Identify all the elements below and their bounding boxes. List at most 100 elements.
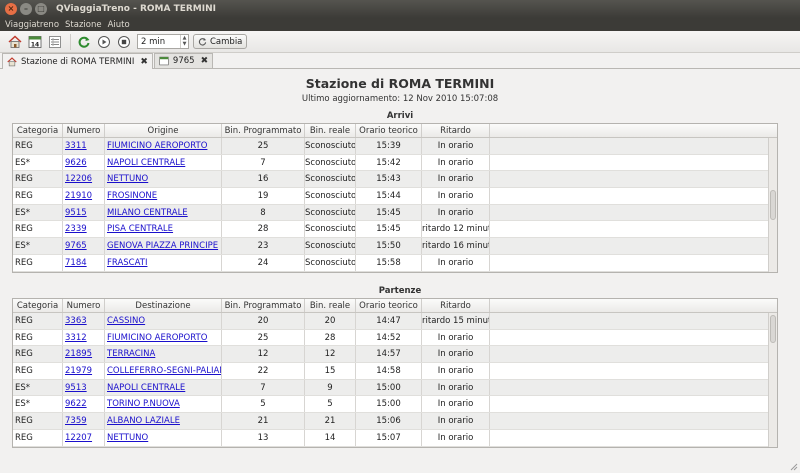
station-link[interactable]: GENOVA PIAZZA PRINCIPE (107, 241, 218, 251)
station-link[interactable]: COLLEFERRO-SEGNI-PALIANO (107, 366, 221, 376)
refresh-icon[interactable] (75, 33, 92, 50)
train-number-link[interactable]: 9765 (65, 241, 87, 251)
station-link[interactable]: FIUMICINO AEROPORTO (107, 333, 207, 343)
tab-train-9765[interactable]: 9765 ✖ (153, 53, 214, 68)
arrivals-col-delay[interactable]: Ritardo (422, 124, 490, 137)
arrivals-col-number[interactable]: Numero (63, 124, 105, 137)
departures-row[interactable]: REG 7359 ALBANO LAZIALE 21 21 15:06 In orario (13, 413, 777, 430)
arrivals-cell-category: REG (13, 171, 63, 188)
departures-row[interactable]: REG 21979 COLLEFERRO-SEGNI-PALIANO 22 15 14:5… (13, 363, 777, 380)
train-number-link[interactable]: 2339 (65, 224, 87, 234)
list-view-icon[interactable] (46, 33, 63, 50)
calendar-icon[interactable]: 14 (26, 33, 43, 50)
departures-cell-category: REG (13, 363, 63, 379)
station-link[interactable]: NAPOLI CENTRALE (107, 383, 185, 393)
arrivals-row[interactable]: ES* 9765 GENOVA PIAZZA PRINCIPE 23 Sconosciu… (13, 238, 777, 255)
minimize-window-button[interactable]: – (20, 3, 32, 15)
station-link[interactable]: FROSINONE (107, 191, 157, 201)
train-number-link[interactable]: 12207 (65, 433, 92, 443)
arrivals-col-filler (490, 124, 777, 137)
spin-arrows[interactable]: ▲ ▼ (180, 35, 188, 48)
station-link[interactable]: MILANO CENTRALE (107, 208, 188, 218)
cambia-button[interactable]: Cambia (193, 34, 248, 49)
train-number-link[interactable]: 7359 (65, 416, 87, 426)
departures-table[interactable]: Categoria Numero Destinazione Bin. Programm… (12, 298, 778, 448)
arrivals-row[interactable]: REG 7184 FRASCATI 24 Sconosciuto 15:58 In orar… (13, 254, 777, 272)
train-number-link[interactable]: 7184 (65, 258, 87, 268)
station-link[interactable]: FIUMICINO AEROPORTO (107, 141, 207, 151)
train-number-link[interactable]: 9622 (65, 399, 87, 409)
train-number-link[interactable]: 9626 (65, 158, 87, 168)
station-link[interactable]: FRASCATI (107, 258, 147, 268)
departures-col-scheduled-time[interactable]: Orario teorico (356, 299, 422, 312)
departures-row[interactable]: REG 21895 TERRACINA 12 12 14:57 In orario (13, 346, 777, 364)
resize-grip-icon[interactable] (790, 463, 798, 471)
train-number-link[interactable]: 9515 (65, 208, 87, 218)
station-link[interactable]: NETTUNO (107, 174, 148, 184)
arrivals-col-actual-platform[interactable]: Bin. reale (305, 124, 356, 137)
close-tab-icon[interactable]: ✖ (140, 57, 148, 67)
departures-cell-category: REG (13, 346, 63, 363)
departures-row[interactable]: REG 3363 CASSINO 20 20 14:47 ritardo 15 minuti (13, 313, 777, 330)
close-tab-icon[interactable]: ✖ (201, 56, 209, 66)
train-number-link[interactable]: 3363 (65, 316, 87, 326)
arrivals-col-scheduled-time[interactable]: Orario teorico (356, 124, 422, 137)
train-number-link[interactable]: 21979 (65, 366, 92, 376)
departures-col-number[interactable]: Numero (63, 299, 105, 312)
stop-icon[interactable] (115, 33, 132, 50)
train-number-link[interactable]: 9513 (65, 383, 87, 393)
arrivals-cell-actual-platform: Sconosciuto (305, 254, 356, 271)
arrivals-row[interactable]: REG 21910 FROSINONE 19 Sconosciuto 15:44 In or… (13, 188, 777, 205)
departures-cell-planned-platform: 22 (222, 363, 305, 379)
station-link[interactable]: NAPOLI CENTRALE (107, 158, 185, 168)
departures-cell-number: 3312 (63, 329, 105, 346)
train-number-link[interactable]: 3311 (65, 141, 87, 151)
menu-stazione[interactable]: Stazione (65, 20, 102, 30)
departures-cell-filler (490, 413, 777, 429)
arrivals-cell-delay: ritardo 12 minuti (422, 221, 490, 238)
arrivals-col-category[interactable]: Categoria (13, 124, 63, 137)
departures-row[interactable]: ES* 9513 NAPOLI CENTRALE 7 9 15:00 In orario (13, 379, 777, 397)
arrivals-cell-scheduled-time: 15:42 (356, 154, 422, 171)
train-number-link[interactable]: 21895 (65, 349, 92, 359)
train-number-link[interactable]: 12206 (65, 174, 92, 184)
arrivals-row[interactable]: REG 2339 PISA CENTRALE 28 Sconosciuto 15:45 ri… (13, 221, 777, 239)
departures-col-actual-platform[interactable]: Bin. reale (305, 299, 356, 312)
departures-row[interactable]: ES* 9622 TORINO P.NUOVA 5 5 15:00 In orario (13, 396, 777, 414)
station-link[interactable]: CASSINO (107, 316, 145, 326)
station-link[interactable]: TERRACINA (107, 349, 155, 359)
departures-cell-scheduled-time: 14:57 (356, 346, 422, 363)
menu-viaggiatreno[interactable]: Viaggiatreno (5, 20, 59, 30)
departures-col-planned-platform[interactable]: Bin. Programmato (222, 299, 305, 312)
train-number-link[interactable]: 21910 (65, 191, 92, 201)
close-window-button[interactable]: × (5, 3, 17, 15)
play-icon[interactable] (95, 33, 112, 50)
tab-stazione[interactable]: Stazione di ROMA TERMINI ✖ (2, 53, 153, 69)
departures-col-category[interactable]: Categoria (13, 299, 63, 312)
station-link[interactable]: TORINO P.NUOVA (107, 399, 180, 409)
arrivals-col-station[interactable]: Origine (105, 124, 222, 137)
arrivals-row[interactable]: REG 12206 NETTUNO 16 Sconosciuto 15:43 In orar… (13, 171, 777, 189)
departures-col-delay[interactable]: Ritardo (422, 299, 490, 312)
station-link[interactable]: NETTUNO (107, 433, 148, 443)
station-link[interactable]: ALBANO LAZIALE (107, 416, 180, 426)
arrivals-scroll-thumb[interactable] (770, 190, 776, 220)
station-link[interactable]: PISA CENTRALE (107, 224, 173, 234)
departures-scroll-thumb[interactable] (770, 315, 776, 343)
arrivals-table[interactable]: Categoria Numero Origine Bin. Programmato Bi… (12, 123, 778, 273)
home-icon[interactable] (6, 33, 23, 50)
departures-scrollbar[interactable] (768, 313, 777, 447)
refresh-interval-spinbox[interactable]: 2 min ▲ ▼ (137, 34, 189, 49)
arrivals-cell-scheduled-time: 15:45 (356, 221, 422, 238)
arrivals-row[interactable]: ES* 9626 NAPOLI CENTRALE 7 Sconosciuto 15:42 I… (13, 154, 777, 172)
arrivals-scrollbar[interactable] (768, 138, 777, 272)
train-number-link[interactable]: 3312 (65, 333, 87, 343)
menu-aiuto[interactable]: Aiuto (108, 20, 130, 30)
arrivals-row[interactable]: REG 3311 FIUMICINO AEROPORTO 25 Sconosciuto 1… (13, 138, 777, 155)
arrivals-row[interactable]: ES* 9515 MILANO CENTRALE 8 Sconosciuto 15:45 I… (13, 204, 777, 222)
departures-row[interactable]: REG 3312 FIUMICINO AEROPORTO 25 28 14:52 In or… (13, 329, 777, 347)
departures-row[interactable]: REG 12207 NETTUNO 13 14 15:07 In orario (13, 429, 777, 447)
maximize-window-button[interactable]: □ (35, 3, 47, 15)
departures-col-station[interactable]: Destinazione (105, 299, 222, 312)
arrivals-col-planned-platform[interactable]: Bin. Programmato (222, 124, 305, 137)
